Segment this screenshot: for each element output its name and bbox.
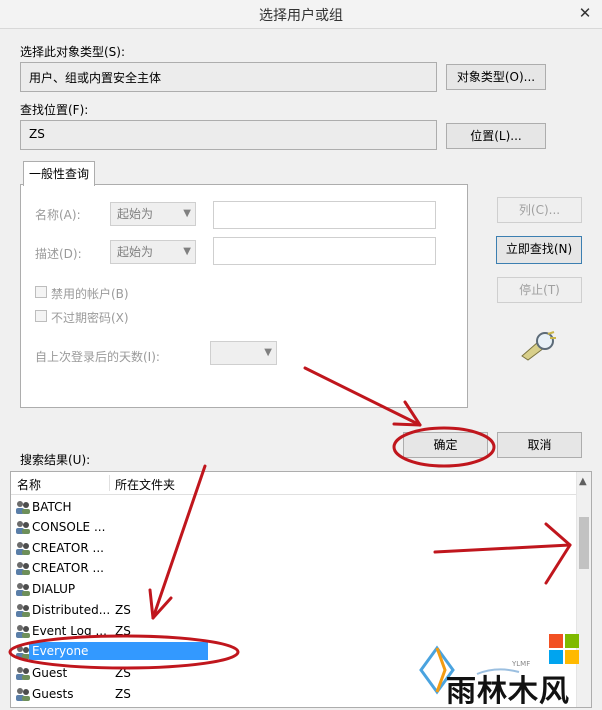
row-folder: ZS (115, 624, 131, 638)
description-label: 描述(D): (35, 247, 82, 261)
object-types-button[interactable]: 对象类型(O)... (446, 64, 546, 90)
row-name: Guest (32, 666, 68, 680)
table-row[interactable]: CREATOR ... (11, 558, 576, 578)
row-name: Everyone (29, 642, 208, 660)
table-row[interactable]: BATCH (11, 497, 576, 517)
days-since-logon-select[interactable]: ▼ (210, 341, 277, 365)
search-flashlight-icon (521, 331, 556, 361)
name-mode-value: 起始为 (117, 207, 154, 221)
days-since-logon-label: 自上次登录后的天数(I): (35, 350, 160, 364)
close-icon[interactable]: ✕ (574, 2, 596, 24)
window-title: 选择用户或组 (259, 8, 343, 24)
user-group-icon (16, 562, 30, 575)
user-group-icon (16, 604, 30, 617)
user-group-icon (16, 521, 30, 534)
row-name: CREATOR ... (32, 541, 104, 555)
table-row[interactable]: DIALUP (11, 579, 576, 599)
cancel-button[interactable]: 取消 (497, 432, 582, 458)
name-label: 名称(A): (35, 208, 81, 222)
user-group-icon (16, 542, 30, 555)
row-name: Guests (32, 687, 74, 701)
row-name: DIALUP (32, 582, 76, 596)
user-group-icon (16, 501, 30, 514)
watermark-text: 雨林木风 (446, 674, 570, 709)
disabled-accounts-label: 禁用的帐户(B) (51, 287, 129, 301)
chevron-down-icon: ▼ (264, 347, 272, 358)
name-input[interactable] (213, 201, 436, 229)
object-type-field: 用户、组或内置安全主体 (20, 62, 437, 92)
chevron-down-icon: ▼ (183, 208, 191, 219)
description-input[interactable] (213, 237, 436, 265)
location-label: 查找位置(F): (20, 103, 89, 117)
row-name: Event Log ... (32, 624, 107, 638)
tab-common-queries[interactable]: 一般性查询 (23, 161, 95, 186)
disabled-accounts-checkbox[interactable] (35, 286, 47, 298)
find-now-button[interactable]: 立即查找(N) (496, 236, 582, 264)
column-divider[interactable] (109, 475, 110, 491)
object-type-label: 选择此对象类型(S): (20, 45, 126, 59)
results-header: 名称 所在文件夹 (11, 472, 576, 495)
search-results-label: 搜索结果(U): (20, 453, 91, 467)
table-row[interactable]: Distributed... ZS (11, 600, 576, 620)
row-folder: ZS (115, 666, 131, 680)
ok-button[interactable]: 确定 (403, 432, 488, 458)
user-group-icon (16, 688, 30, 701)
scroll-up-icon[interactable]: ▲ (579, 476, 587, 487)
title-bar: 选择用户或组 ✕ (0, 0, 602, 29)
row-folder: ZS (115, 687, 131, 701)
row-folder: ZS (115, 603, 131, 617)
row-name: BATCH (32, 500, 72, 514)
row-name: Distributed... (32, 603, 111, 617)
user-group-icon (16, 667, 30, 680)
user-group-icon (16, 625, 30, 638)
no-expire-password-checkbox[interactable] (35, 310, 47, 322)
column-header-folder[interactable]: 所在文件夹 (115, 476, 175, 493)
chevron-down-icon: ▼ (183, 246, 191, 257)
location-field: ZS (20, 120, 437, 150)
no-expire-password-label: 不过期密码(X) (51, 311, 129, 325)
row-name: CONSOLE ... (32, 520, 106, 534)
description-mode-select[interactable]: 起始为 ▼ (110, 240, 196, 264)
name-mode-select[interactable]: 起始为 ▼ (110, 202, 196, 226)
stop-button[interactable]: 停止(T) (497, 277, 582, 303)
user-group-icon (16, 583, 30, 596)
description-mode-value: 起始为 (117, 245, 154, 259)
column-header-name[interactable]: 名称 (17, 476, 41, 493)
scrollbar-thumb[interactable] (579, 517, 589, 569)
row-name: CREATOR ... (32, 561, 104, 575)
columns-button[interactable]: 列(C)... (497, 197, 582, 223)
table-row[interactable]: CREATOR ... (11, 538, 576, 558)
locations-button[interactable]: 位置(L)... (446, 123, 546, 149)
table-row[interactable]: CONSOLE ... (11, 517, 576, 537)
